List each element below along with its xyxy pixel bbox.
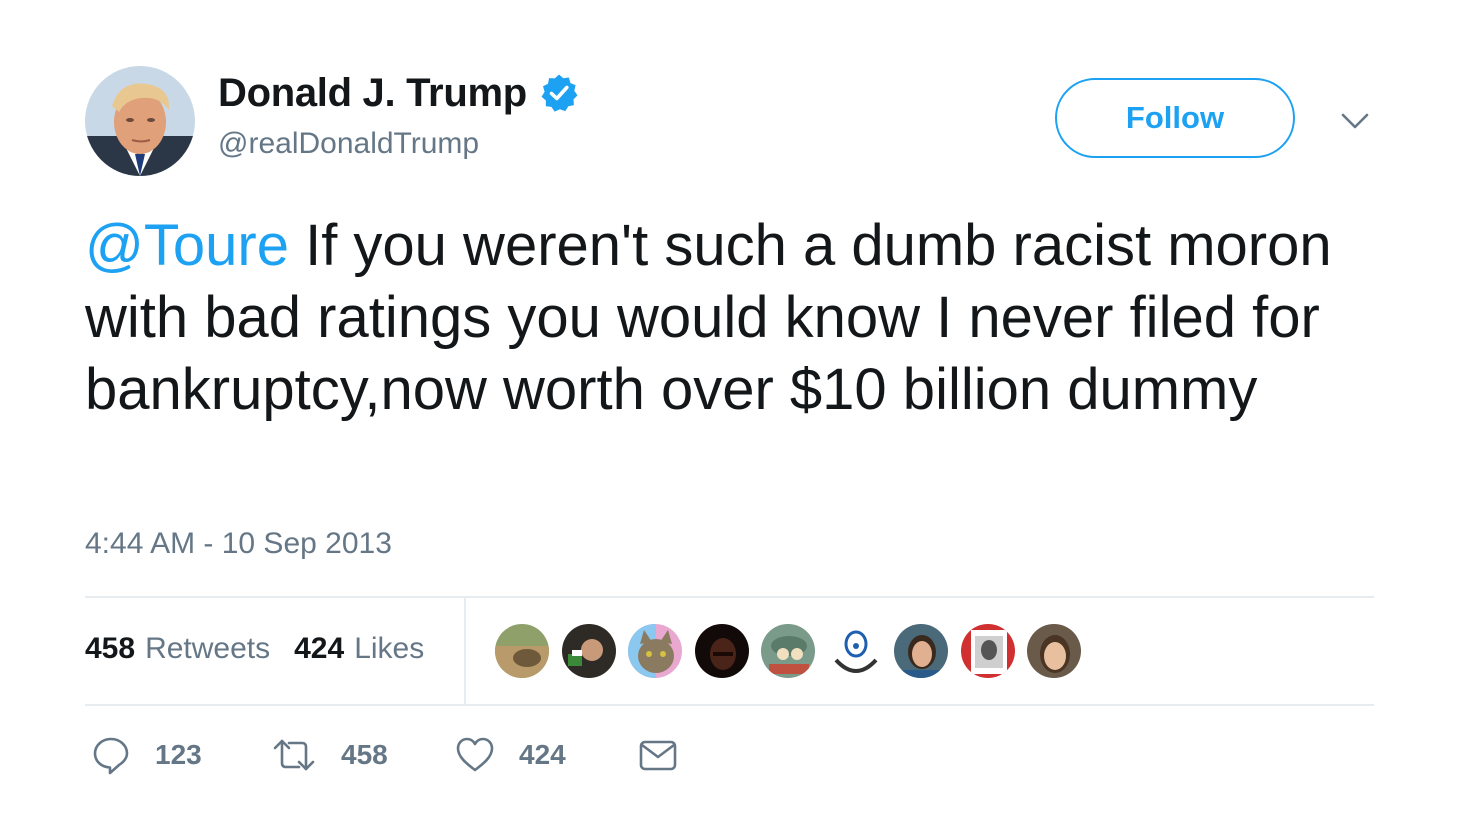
liker-avatar[interactable] [1026,623,1082,679]
tweet-card: Donald J. Trump @realDonaldTrump Follow … [0,0,1459,840]
reply-button[interactable]: 123 [91,735,271,775]
liker-avatar[interactable] [760,623,816,679]
author-avatar[interactable] [85,66,195,176]
heart-icon [455,735,495,775]
stats-separator [464,598,466,704]
liker-avatar[interactable] [959,623,1016,679]
liker-avatar[interactable] [693,623,750,679]
reply-icon [91,735,131,775]
chevron-down-icon[interactable] [1338,106,1372,136]
likes-stat-count: 424 [294,632,345,665]
divider [85,704,1374,706]
liker-avatar[interactable] [893,623,949,679]
likes-stat[interactable]: 424 Likes [294,632,424,666]
retweet-count: 458 [341,739,388,770]
tweet-stats: 458 Retweets 424 Likes [85,632,448,666]
divider [85,596,1374,598]
liker-avatar[interactable] [560,623,617,679]
liker-avatar[interactable] [494,623,550,679]
direct-message-button[interactable] [637,735,679,775]
follow-button[interactable]: Follow [1055,78,1295,158]
tweet-timestamp[interactable]: 4:44 AM - 10 Sep 2013 [85,527,392,561]
tweet-action-bar: 123 458 424 [91,730,679,780]
retweets-stat[interactable]: 458 Retweets [85,632,270,666]
envelope-icon [637,735,679,775]
retweet-icon [271,735,317,775]
reply-count: 123 [155,739,202,770]
likes-stat-label: Likes [354,632,425,665]
like-button[interactable]: 424 [455,735,637,775]
liker-avatars [494,623,1093,679]
author-handle[interactable]: @realDonaldTrump [218,127,479,161]
liker-avatar[interactable] [627,623,683,679]
author-display-name[interactable]: Donald J. Trump [218,71,527,116]
verified-badge-icon [539,73,579,113]
retweet-button[interactable]: 458 [271,735,455,775]
liker-avatar[interactable] [826,623,883,679]
retweets-stat-count: 458 [85,632,136,665]
mention-link[interactable]: @Toure [85,213,289,278]
author-name-row: Donald J. Trump [218,70,579,116]
like-count: 424 [519,739,566,770]
tweet-text: @Toure If you weren't such a dumb racist… [85,210,1375,426]
retweets-stat-label: Retweets [145,632,271,665]
